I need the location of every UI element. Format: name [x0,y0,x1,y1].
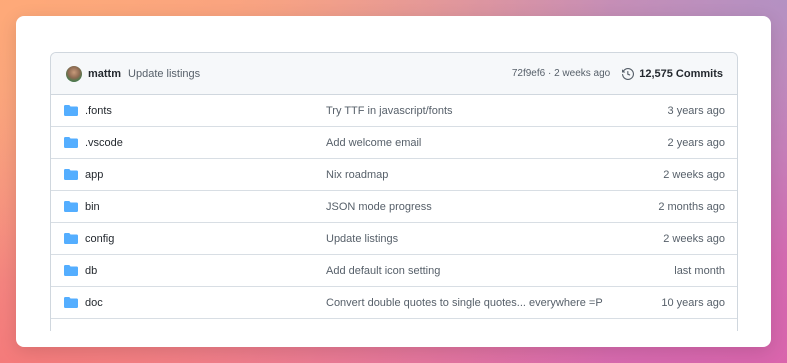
folder-icon [64,169,78,180]
file-commit-time: 2 weeks ago [663,232,725,245]
file-name-link[interactable]: config [85,233,326,245]
file-commit-message[interactable]: Update listings [326,233,663,245]
commit-sha-time[interactable]: 72f9ef6 · 2 weeks ago [512,68,610,79]
screenshot-card: mattm Update listings 72f9ef6 · 2 weeks … [16,16,771,347]
folder-icon [64,137,78,148]
folder-icon [64,105,78,116]
file-commit-message[interactable]: Nix roadmap [326,169,663,181]
file-commit-message[interactable]: Convert double quotes to single quotes..… [326,297,661,309]
file-row[interactable]: db Add default icon setting last month [51,255,737,287]
folder-icon [64,297,78,308]
latest-commit-header: mattm Update listings 72f9ef6 · 2 weeks … [51,53,737,95]
file-commit-time: 10 years ago [661,296,725,309]
file-commit-message[interactable]: Try TTF in javascript/fonts [326,105,668,117]
file-commit-time: 2 weeks ago [663,168,725,181]
folder-icon [64,201,78,212]
file-name-link[interactable]: bin [85,201,326,213]
file-name-link[interactable]: app [85,169,326,181]
commit-author[interactable]: mattm [88,68,121,80]
history-icon [622,67,635,80]
file-name-link[interactable]: db [85,265,326,277]
avatar[interactable] [66,65,82,82]
file-row[interactable]: .vscode Add welcome email 2 years ago [51,127,737,159]
file-row[interactable]: app Nix roadmap 2 weeks ago [51,159,737,191]
file-commit-time: 2 years ago [667,136,725,149]
file-name-link[interactable]: .vscode [85,137,326,149]
file-row[interactable]: bin JSON mode progress 2 months ago [51,191,737,223]
file-commit-time: 3 years ago [667,104,725,117]
file-commit-message[interactable]: Add welcome email [326,137,668,149]
file-commit-message[interactable]: Add default icon setting [326,265,674,277]
file-name-link[interactable]: .fonts [85,105,326,117]
file-row[interactable]: .fonts Try TTF in javascript/fonts 3 yea… [51,95,737,127]
file-row[interactable]: config Update listings 2 weeks ago [51,223,737,255]
repo-file-listing: mattm Update listings 72f9ef6 · 2 weeks … [50,52,738,331]
latest-commit-message[interactable]: Update listings [128,68,200,80]
file-commit-time: last month [674,264,725,277]
folder-icon [64,233,78,244]
file-commit-time: 2 months ago [658,200,725,213]
file-name-link[interactable]: doc [85,297,326,309]
commits-count-link[interactable]: 12,575 Commits [639,68,723,80]
file-row[interactable]: doc Convert double quotes to single quot… [51,287,737,319]
file-commit-message[interactable]: JSON mode progress [326,201,658,213]
folder-icon [64,265,78,276]
